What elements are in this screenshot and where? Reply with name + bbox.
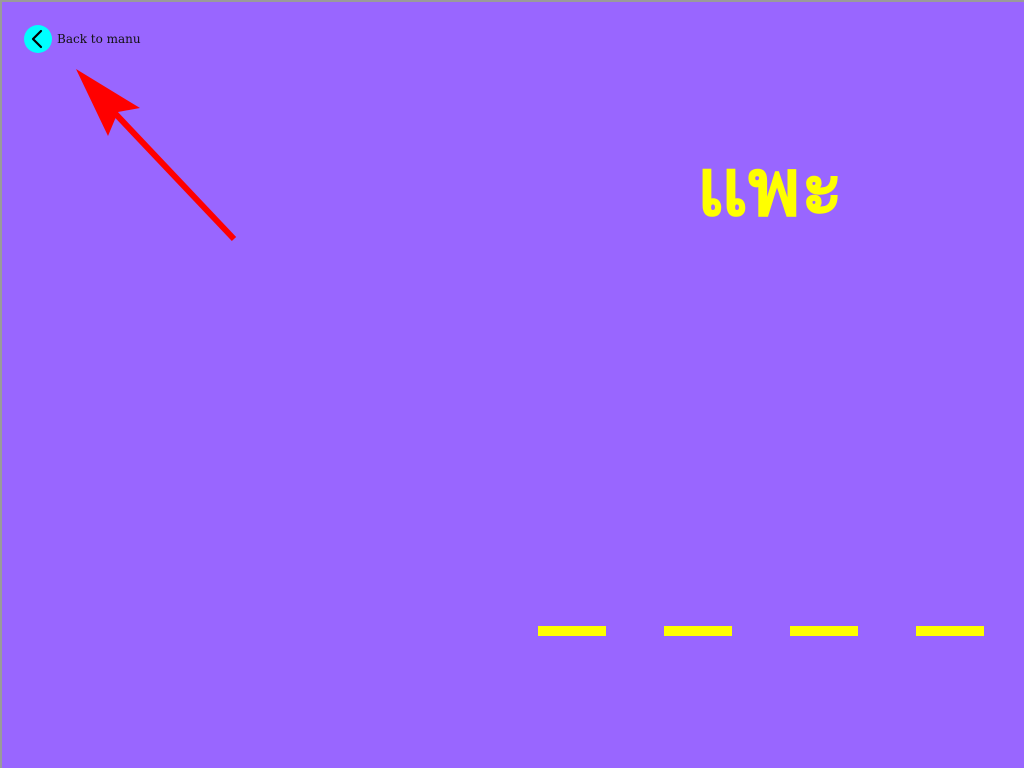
chevron-left-icon — [31, 29, 43, 49]
answer-blank[interactable] — [790, 626, 858, 636]
back-label[interactable]: Back to manu — [57, 33, 141, 45]
answer-blanks — [538, 626, 984, 636]
answer-blank[interactable] — [916, 626, 984, 636]
target-word: แพะ — [696, 141, 844, 234]
answer-blank[interactable] — [538, 626, 606, 636]
answer-blank[interactable] — [664, 626, 732, 636]
screen-frame — [0, 0, 1024, 768]
red-arrow-icon — [76, 69, 237, 242]
back-to-menu-button[interactable]: Back to manu — [24, 25, 141, 53]
back-circle[interactable] — [24, 25, 52, 53]
